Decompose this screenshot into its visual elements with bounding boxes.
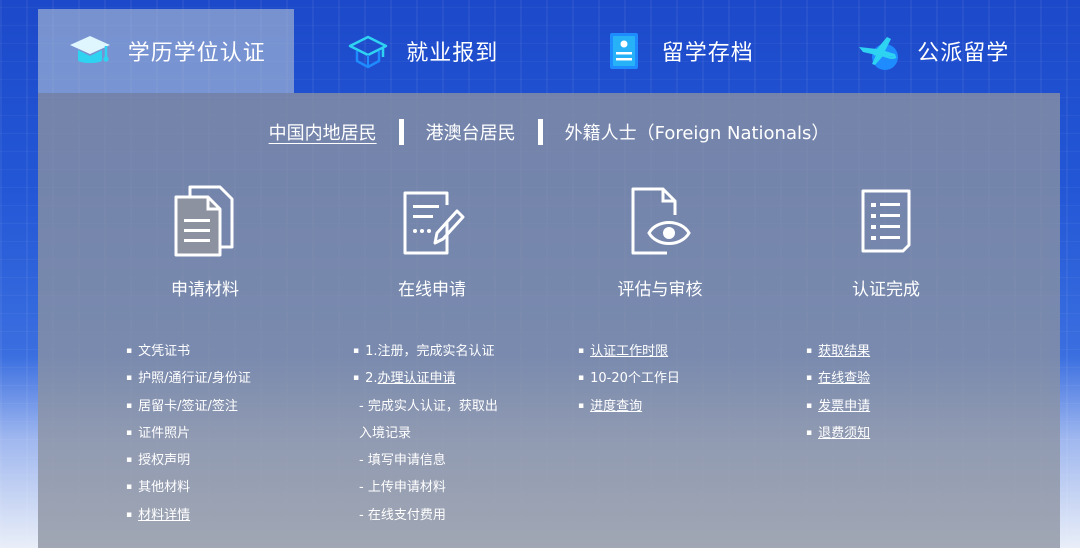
list-subitem: - 在线支付费用 [359,507,446,523]
list-item-link: 退费须知 [806,420,1006,447]
list-item-link: 认证工作时限 [578,338,778,365]
tab-label: 学历学位认证 [127,41,266,66]
documents-icon [174,185,234,257]
step-evaluation-review: 评估与审核 [560,183,760,300]
step-certification-complete: 认证完成 [786,183,986,300]
graduation-cap-icon [69,36,110,63]
online-verification-link[interactable]: 在线查验 [818,371,870,386]
tab-label: 就业报到 [406,41,499,66]
list-item: 证件照片 [126,420,326,447]
refund-notice-link[interactable]: 退费须知 [818,426,870,441]
list-item: 授权声明 [126,447,326,474]
service-tabs: 学历学位认证 就业报到 留学存档 公派留学 [38,9,1060,93]
tab-study-abroad-archive[interactable]: 留学存档 [549,9,805,93]
form-pen-icon [403,191,465,255]
step-title: 评估与审核 [617,280,703,300]
list-item-link: 材料详情 [126,502,326,529]
list-item-link: 进度查询 [578,393,778,420]
apply-certification-link[interactable]: 办理认证申请 [378,371,456,386]
step-title: 申请材料 [171,280,239,300]
list-subitem: 入境记录 [359,425,412,441]
mortarboard-book-icon [348,35,388,69]
region-mainland[interactable]: 中国内地居民 [269,119,377,145]
checklist-icon [861,189,911,253]
materials-list: 文凭证书 护照/通行证/身份证 居留卡/签证/签注 证件照片 授权声明 其他材料… [126,338,326,529]
list-item-number: 2. [365,371,378,387]
step-application-materials: 申请材料 [105,183,305,300]
list-item: 10-20个工作日 [578,365,778,392]
list-item: 文凭证书 [126,338,326,365]
tab-degree-certification[interactable]: 学历学位认证 [38,9,294,93]
document-archive-icon [609,33,638,69]
list-item-link: 发票申请 [806,393,1006,420]
online-application-list: 1.注册，完成实名认证 2.办理认证申请 - 完成实人认证，获取出 入境记录 -… [353,338,553,529]
step-online-application: 在线申请 [332,183,532,300]
progress-query-link[interactable]: 进度查询 [590,399,642,414]
get-results-link[interactable]: 获取结果 [818,344,870,359]
list-item-link: 获取结果 [806,338,1006,365]
divider [537,119,543,145]
tab-label: 公派留学 [917,41,1010,66]
document-eye-icon [631,187,691,255]
region-hk-macau-taiwan[interactable]: 港澳台居民 [426,119,516,145]
list-item: 居留卡/签证/签注 [126,393,326,420]
list-subitem: - 上传申请材料 [359,480,446,496]
tab-label: 留学存档 [661,41,754,66]
content-panel: 中国内地居民 港澳台居民 外籍人士（Foreign Nationals） 申请材… [38,93,1060,548]
divider [398,119,404,145]
list-item: 护照/通行证/身份证 [126,365,326,392]
step-title: 在线申请 [398,280,466,300]
list-item-link: 在线查验 [806,365,1006,392]
step-title: 认证完成 [852,280,920,300]
tab-government-sponsored-study[interactable]: 公派留学 [805,9,1061,93]
region-foreign-nationals[interactable]: 外籍人士（Foreign Nationals） [565,119,830,145]
invoice-request-link[interactable]: 发票申请 [818,399,870,414]
tab-employment-registration[interactable]: 就业报到 [294,9,550,93]
work-time-limit-link[interactable]: 认证工作时限 [590,344,668,359]
region-selector: 中国内地居民 港澳台居民 外籍人士（Foreign Nationals） [38,115,1060,149]
material-details-link[interactable]: 材料详情 [138,508,190,523]
completion-list: 获取结果 在线查验 发票申请 退费须知 [806,338,1006,447]
list-item-link: 2.办理认证申请 [353,365,553,392]
list-item: 1.注册，完成实名认证 [353,338,553,365]
list-subitem: - 完成实人认证，获取出 [359,398,498,414]
list-subitem: - 填写申请信息 [359,453,446,469]
evaluation-list: 认证工作时限 10-20个工作日 进度查询 [578,338,778,420]
airplane-globe-icon [859,37,899,70]
list-item: 其他材料 [126,474,326,501]
